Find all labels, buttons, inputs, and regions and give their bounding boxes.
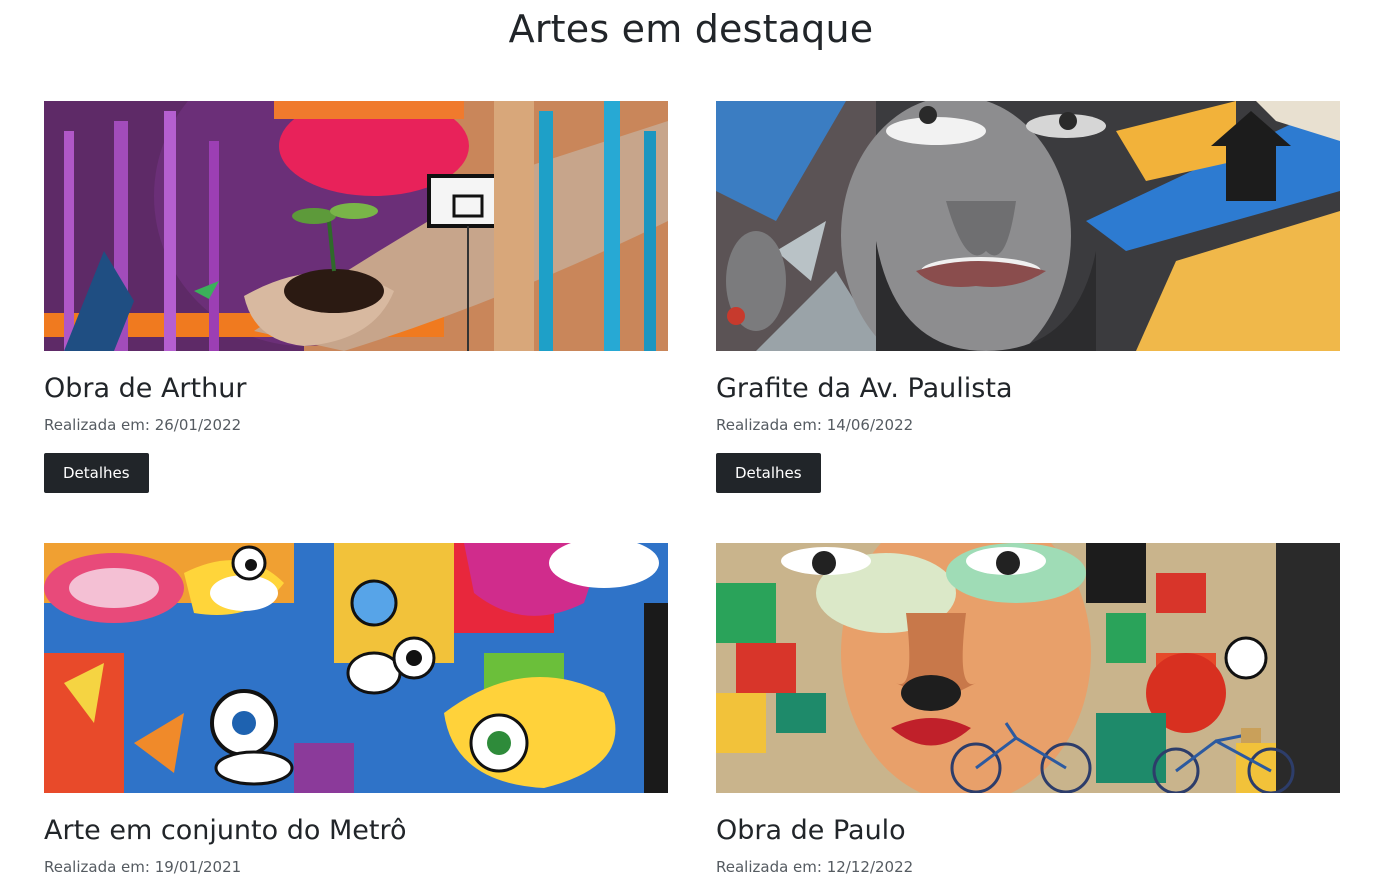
- card-date: Realizada em: 12/12/2022: [716, 858, 914, 876]
- art-card: Arte em conjunto do Metrô Realizada em: …: [44, 543, 668, 880]
- art-card: Obra de Paulo Realizada em: 12/12/2022: [716, 543, 1340, 880]
- page: Artes em destaque Obra de Arthur Realiza…: [0, 0, 1398, 880]
- mural-image: [716, 101, 1340, 351]
- card-date: Realizada em: 19/01/2021: [44, 858, 242, 876]
- page-title: Artes em destaque: [508, 7, 874, 51]
- card-title: Arte em conjunto do Metrô: [44, 815, 407, 846]
- card-date: Realizada em: 14/06/2022: [716, 416, 914, 434]
- mural-image: [44, 101, 668, 351]
- card-image[interactable]: [716, 101, 1340, 351]
- card-image[interactable]: [44, 101, 668, 351]
- card-image[interactable]: [44, 543, 668, 793]
- card-title: Obra de Arthur: [44, 373, 247, 404]
- art-card: Obra de Arthur Realizada em: 26/01/2022 …: [44, 101, 668, 501]
- card-date: Realizada em: 26/01/2022: [44, 416, 242, 434]
- card-title: Grafite da Av. Paulista: [716, 373, 1013, 404]
- mural-image: [44, 543, 668, 793]
- card-image[interactable]: [716, 543, 1340, 793]
- card-title: Obra de Paulo: [716, 815, 906, 846]
- details-button[interactable]: Detalhes: [44, 453, 149, 493]
- mural-image: [716, 543, 1340, 793]
- details-button[interactable]: Detalhes: [716, 453, 821, 493]
- art-card: Grafite da Av. Paulista Realizada em: 14…: [716, 101, 1340, 501]
